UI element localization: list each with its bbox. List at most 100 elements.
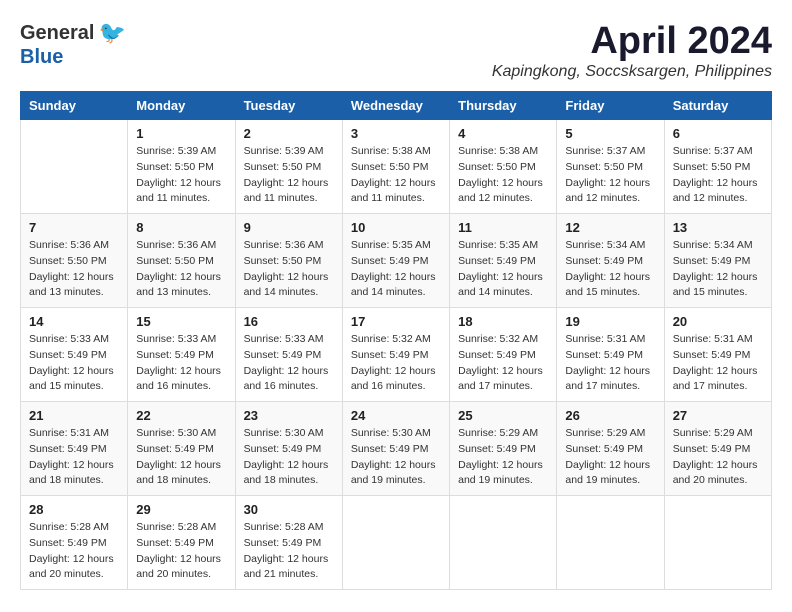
calendar-cell: 20 Sunrise: 5:31 AM Sunset: 5:49 PM Dayli… (664, 308, 771, 402)
calendar-cell: 7 Sunrise: 5:36 AM Sunset: 5:50 PM Daylig… (21, 214, 128, 308)
calendar-cell: 29 Sunrise: 5:28 AM Sunset: 5:49 PM Dayli… (128, 496, 235, 590)
calendar-cell: 28 Sunrise: 5:28 AM Sunset: 5:49 PM Dayli… (21, 496, 128, 590)
day-info: Sunrise: 5:37 AM Sunset: 5:50 PM Dayligh… (565, 144, 655, 207)
day-info: Sunrise: 5:33 AM Sunset: 5:49 PM Dayligh… (29, 332, 119, 395)
day-number: 30 (244, 502, 334, 517)
day-info: Sunrise: 5:31 AM Sunset: 5:49 PM Dayligh… (565, 332, 655, 395)
day-info: Sunrise: 5:30 AM Sunset: 5:49 PM Dayligh… (351, 426, 441, 489)
calendar-cell: 16 Sunrise: 5:33 AM Sunset: 5:49 PM Dayli… (235, 308, 342, 402)
calendar-cell: 26Sunrise: 5:29 AM Sunset: 5:49 PM Dayli… (557, 402, 664, 496)
calendar-cell: 2Sunrise: 5:39 AM Sunset: 5:50 PM Daylig… (235, 120, 342, 214)
calendar-cell: 1 Sunrise: 5:39 AM Sunset: 5:50 PM Daylig… (128, 120, 235, 214)
calendar-cell: 18 Sunrise: 5:32 AM Sunset: 5:49 PM Dayli… (450, 308, 557, 402)
calendar-cell (21, 120, 128, 214)
calendar-cell: 27 Sunrise: 5:29 AM Sunset: 5:49 PM Dayli… (664, 402, 771, 496)
day-number: 16 (244, 314, 334, 329)
day-info: Sunrise: 5:28 AM Sunset: 5:49 PM Dayligh… (244, 520, 334, 583)
day-info: Sunrise: 5:33 AM Sunset: 5:49 PM Dayligh… (136, 332, 226, 395)
day-info: Sunrise: 5:29 AM Sunset: 5:49 PM Dayligh… (673, 426, 763, 489)
calendar-cell (342, 496, 449, 590)
calendar-cell: 15 Sunrise: 5:33 AM Sunset: 5:49 PM Dayli… (128, 308, 235, 402)
calendar-cell: 14 Sunrise: 5:33 AM Sunset: 5:49 PM Dayli… (21, 308, 128, 402)
day-number: 23 (244, 408, 334, 423)
day-number: 29 (136, 502, 226, 517)
day-info: Sunrise: 5:36 AM Sunset: 5:50 PM Dayligh… (244, 238, 334, 301)
calendar-cell: 8Sunrise: 5:36 AM Sunset: 5:50 PM Daylig… (128, 214, 235, 308)
weekday-header-wednesday: Wednesday (342, 92, 449, 120)
day-number: 27 (673, 408, 763, 423)
day-number: 3 (351, 126, 441, 141)
day-info: Sunrise: 5:39 AM Sunset: 5:50 PM Dayligh… (136, 144, 226, 207)
calendar-cell: 11 Sunrise: 5:35 AM Sunset: 5:49 PM Dayli… (450, 214, 557, 308)
day-number: 1 (136, 126, 226, 141)
day-info: Sunrise: 5:39 AM Sunset: 5:50 PM Dayligh… (244, 144, 334, 207)
day-number: 7 (29, 220, 119, 235)
day-number: 24 (351, 408, 441, 423)
calendar-week-row: 1 Sunrise: 5:39 AM Sunset: 5:50 PM Daylig… (21, 120, 772, 214)
day-number: 15 (136, 314, 226, 329)
day-number: 12 (565, 220, 655, 235)
calendar-table: SundayMondayTuesdayWednesdayThursdayFrid… (20, 91, 772, 590)
day-info: Sunrise: 5:37 AM Sunset: 5:50 PM Dayligh… (673, 144, 763, 207)
day-info: Sunrise: 5:31 AM Sunset: 5:49 PM Dayligh… (29, 426, 119, 489)
weekday-header-sunday: Sunday (21, 92, 128, 120)
day-info: Sunrise: 5:33 AM Sunset: 5:49 PM Dayligh… (244, 332, 334, 395)
day-info: Sunrise: 5:35 AM Sunset: 5:49 PM Dayligh… (351, 238, 441, 301)
day-info: Sunrise: 5:35 AM Sunset: 5:49 PM Dayligh… (458, 238, 548, 301)
calendar-cell: 3 Sunrise: 5:38 AM Sunset: 5:50 PM Daylig… (342, 120, 449, 214)
logo-general-text: General (20, 22, 94, 45)
calendar-cell: 23Sunrise: 5:30 AM Sunset: 5:49 PM Dayli… (235, 402, 342, 496)
day-info: Sunrise: 5:29 AM Sunset: 5:49 PM Dayligh… (458, 426, 548, 489)
day-number: 6 (673, 126, 763, 141)
day-number: 22 (136, 408, 226, 423)
day-info: Sunrise: 5:28 AM Sunset: 5:49 PM Dayligh… (29, 520, 119, 583)
calendar-cell: 30 Sunrise: 5:28 AM Sunset: 5:49 PM Dayli… (235, 496, 342, 590)
month-title: April 2024 (492, 20, 772, 63)
calendar-cell: 9 Sunrise: 5:36 AM Sunset: 5:50 PM Daylig… (235, 214, 342, 308)
location: Kapingkong, Soccsksargen, Philippines (492, 63, 772, 81)
day-info: Sunrise: 5:38 AM Sunset: 5:50 PM Dayligh… (458, 144, 548, 207)
page-header: General 🐦 Blue April 2024 Kapingkong, So… (20, 20, 772, 81)
day-number: 18 (458, 314, 548, 329)
day-number: 5 (565, 126, 655, 141)
weekday-header-row: SundayMondayTuesdayWednesdayThursdayFrid… (21, 92, 772, 120)
calendar-cell: 13Sunrise: 5:34 AM Sunset: 5:49 PM Dayli… (664, 214, 771, 308)
day-number: 8 (136, 220, 226, 235)
weekday-header-saturday: Saturday (664, 92, 771, 120)
day-number: 19 (565, 314, 655, 329)
calendar-cell (664, 496, 771, 590)
calendar-week-row: 28 Sunrise: 5:28 AM Sunset: 5:49 PM Dayli… (21, 496, 772, 590)
logo-bird-icon: 🐦 (98, 20, 125, 46)
calendar-cell: 24 Sunrise: 5:30 AM Sunset: 5:49 PM Dayli… (342, 402, 449, 496)
calendar-cell: 4 Sunrise: 5:38 AM Sunset: 5:50 PM Daylig… (450, 120, 557, 214)
day-info: Sunrise: 5:38 AM Sunset: 5:50 PM Dayligh… (351, 144, 441, 207)
day-number: 26 (565, 408, 655, 423)
day-number: 10 (351, 220, 441, 235)
calendar-cell: 19 Sunrise: 5:31 AM Sunset: 5:49 PM Dayli… (557, 308, 664, 402)
title-section: April 2024 Kapingkong, Soccsksargen, Phi… (492, 20, 772, 81)
day-number: 21 (29, 408, 119, 423)
day-number: 14 (29, 314, 119, 329)
calendar-cell: 17Sunrise: 5:32 AM Sunset: 5:49 PM Dayli… (342, 308, 449, 402)
weekday-header-tuesday: Tuesday (235, 92, 342, 120)
day-number: 13 (673, 220, 763, 235)
weekday-header-thursday: Thursday (450, 92, 557, 120)
day-info: Sunrise: 5:34 AM Sunset: 5:49 PM Dayligh… (565, 238, 655, 301)
day-number: 28 (29, 502, 119, 517)
day-info: Sunrise: 5:31 AM Sunset: 5:49 PM Dayligh… (673, 332, 763, 395)
day-number: 20 (673, 314, 763, 329)
day-info: Sunrise: 5:28 AM Sunset: 5:49 PM Dayligh… (136, 520, 226, 583)
day-info: Sunrise: 5:30 AM Sunset: 5:49 PM Dayligh… (136, 426, 226, 489)
day-number: 4 (458, 126, 548, 141)
day-info: Sunrise: 5:36 AM Sunset: 5:50 PM Dayligh… (29, 238, 119, 301)
day-number: 17 (351, 314, 441, 329)
calendar-cell: 12 Sunrise: 5:34 AM Sunset: 5:49 PM Dayli… (557, 214, 664, 308)
day-number: 25 (458, 408, 548, 423)
calendar-cell: 25 Sunrise: 5:29 AM Sunset: 5:49 PM Dayli… (450, 402, 557, 496)
weekday-header-friday: Friday (557, 92, 664, 120)
day-number: 9 (244, 220, 334, 235)
day-info: Sunrise: 5:32 AM Sunset: 5:49 PM Dayligh… (458, 332, 548, 395)
calendar-week-row: 7 Sunrise: 5:36 AM Sunset: 5:50 PM Daylig… (21, 214, 772, 308)
calendar-cell: 22 Sunrise: 5:30 AM Sunset: 5:49 PM Dayli… (128, 402, 235, 496)
day-number: 11 (458, 220, 548, 235)
